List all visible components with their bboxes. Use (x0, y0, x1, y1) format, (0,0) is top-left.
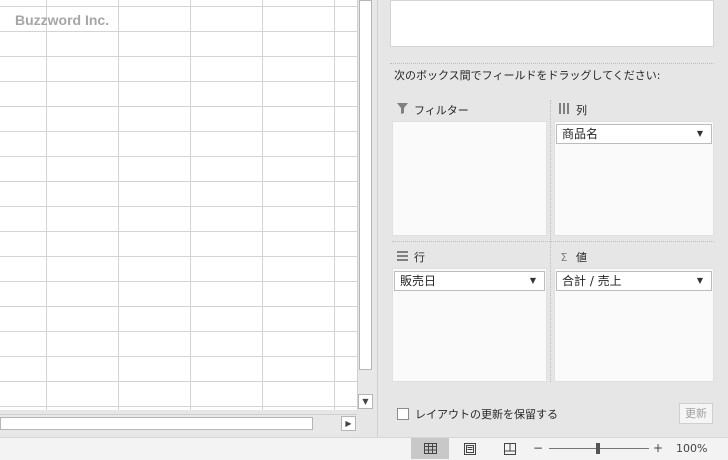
vertical-scroll-thumb[interactable] (359, 0, 372, 370)
columns-field-label: 商品名 (562, 127, 599, 141)
rows-field-label: 販売日 (400, 274, 437, 288)
grid-icon (423, 443, 437, 454)
filter-icon (396, 103, 408, 117)
chevron-down-icon[interactable]: ▼ (530, 272, 536, 290)
columns-icon (558, 103, 570, 117)
rows-field-chip[interactable]: 販売日 ▼ (394, 271, 545, 291)
zoom-slider-thumb[interactable] (596, 443, 600, 454)
columns-area-header: 列 (558, 102, 587, 118)
pane-divider (390, 63, 714, 64)
chevron-right-icon: ▶ (345, 419, 352, 428)
columns-field-chip[interactable]: 商品名 ▼ (556, 124, 712, 144)
defer-update-label[interactable]: レイアウトの更新を保留する (415, 406, 558, 422)
worksheet-grid[interactable]: Buzzword Inc. (0, 0, 357, 410)
defer-update-checkbox[interactable] (397, 408, 409, 420)
sigma-icon: Σ (560, 250, 568, 264)
zoom-in-button[interactable]: + (653, 438, 663, 459)
zoom-out-button[interactable]: − (533, 438, 543, 459)
filters-area-header: フィルター (396, 102, 469, 118)
columns-area-label: 列 (576, 104, 587, 117)
page-break-view-button[interactable] (491, 438, 529, 459)
watermark: Buzzword Inc. (15, 12, 110, 28)
drag-instruction: 次のボックス間でフィールドをドラッグしてください: (394, 69, 661, 82)
field-list-box[interactable] (390, 0, 714, 47)
area-horizontal-divider (392, 241, 714, 242)
page-layout-icon (464, 442, 476, 455)
rows-icon (396, 250, 408, 264)
values-area-header: Σ 値 (558, 249, 587, 265)
page-break-icon (504, 442, 516, 455)
values-area-label: 値 (576, 251, 587, 264)
page-layout-view-button[interactable] (451, 438, 489, 459)
update-button[interactable]: 更新 (679, 403, 713, 424)
normal-view-button[interactable] (411, 438, 449, 459)
values-field-label: 合計 / 売上 (562, 274, 622, 288)
filters-area-label: フィルター (414, 104, 469, 117)
filters-drop-area[interactable] (392, 121, 547, 236)
rows-area-label: 行 (414, 251, 425, 264)
chevron-down-icon[interactable]: ▼ (697, 125, 703, 143)
scroll-down-button[interactable]: ▼ (358, 394, 373, 409)
zoom-level[interactable]: 100% (676, 438, 707, 459)
horizontal-scroll-thumb[interactable] (0, 417, 313, 430)
chevron-down-icon: ▼ (362, 397, 369, 406)
values-field-chip[interactable]: 合計 / 売上 ▼ (556, 271, 712, 291)
rows-area-header: 行 (396, 249, 425, 265)
scroll-right-button[interactable]: ▶ (341, 416, 356, 431)
chevron-down-icon[interactable]: ▼ (697, 272, 703, 290)
